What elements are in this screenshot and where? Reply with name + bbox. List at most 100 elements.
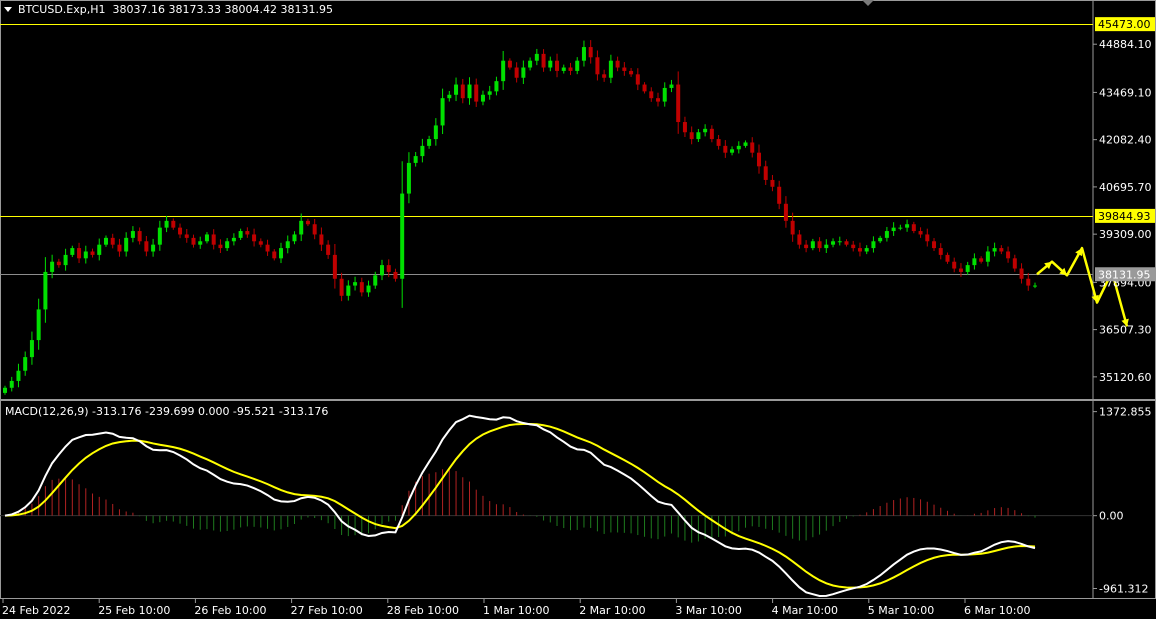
candle-body — [460, 84, 465, 99]
candle-body — [225, 241, 230, 249]
candlesticks — [3, 40, 1037, 395]
candle-body — [3, 387, 7, 393]
candle-body — [359, 282, 364, 293]
time-tick-label: 6 Mar 10:00 — [964, 604, 1030, 617]
candle-body — [299, 220, 304, 235]
candle-body — [999, 248, 1004, 252]
candle-body — [568, 67, 573, 71]
candle-body — [669, 84, 674, 88]
candle-body — [750, 142, 755, 153]
candle-body — [783, 203, 788, 221]
candle-body — [292, 234, 297, 242]
candle-body — [992, 248, 997, 252]
candle-body — [454, 84, 459, 95]
candle-body — [871, 241, 876, 249]
candle-body — [656, 98, 661, 102]
candle-body — [467, 84, 472, 99]
candle-body — [440, 98, 445, 126]
price-tick-label: 35120.60 — [1099, 371, 1152, 384]
candle-body — [245, 231, 250, 235]
candle-body — [958, 268, 963, 272]
candle-body — [770, 179, 775, 187]
candle-body — [406, 162, 411, 194]
macd-panel — [0, 414, 1093, 597]
candle-body — [615, 60, 620, 68]
time-tick-label: 1 Mar 10:00 — [483, 604, 549, 617]
candle-body — [521, 67, 526, 78]
time-tick-label: 26 Feb 10:00 — [194, 604, 266, 617]
candle-body — [541, 53, 546, 68]
candle-body — [130, 231, 135, 238]
macd-info: MACD(12,26,9) -313.176 -239.699 0.000 -9… — [5, 405, 329, 418]
candle-body — [918, 231, 923, 235]
candle-body — [1012, 258, 1017, 269]
candle-body — [682, 122, 687, 133]
time-tick-label: 3 Mar 10:00 — [675, 604, 741, 617]
outer-border — [0, 0, 1156, 599]
candle-body — [689, 132, 694, 140]
time-tick-label: 5 Mar 10:00 — [868, 604, 934, 617]
time-tick-label: 25 Feb 10:00 — [98, 604, 170, 617]
price-tick-label: 39309.00 — [1099, 228, 1152, 241]
candle-body — [534, 53, 539, 61]
candle-body — [16, 370, 21, 381]
candle-body — [878, 237, 883, 242]
candle-body — [319, 234, 324, 245]
candle-body — [326, 244, 331, 255]
candle-body — [9, 380, 14, 388]
candle-body — [581, 47, 586, 61]
candle-body — [110, 237, 115, 245]
time-tick-label: 4 Mar 10:00 — [772, 604, 838, 617]
candle-body — [211, 234, 216, 245]
candle-body — [1006, 251, 1011, 259]
candle-body — [507, 60, 512, 68]
candle-body — [339, 278, 344, 296]
candle-body — [218, 244, 223, 249]
candle-body — [864, 248, 869, 252]
candle-body — [716, 139, 721, 146]
time-tick-label: 28 Feb 10:00 — [387, 604, 459, 617]
time-tick-label: 2 Mar 10:00 — [579, 604, 645, 617]
macd-tick-label: -961.312 — [1099, 582, 1148, 595]
candle-body — [777, 186, 782, 204]
candle-body — [97, 244, 102, 255]
candle-body — [837, 241, 842, 243]
candle-body — [501, 60, 506, 82]
candle-body — [151, 244, 156, 252]
candle-body — [70, 248, 75, 255]
time-tick-label: 27 Feb 10:00 — [291, 604, 363, 617]
candle-body — [447, 94, 452, 99]
candle-body — [932, 241, 937, 249]
candle-body — [474, 84, 479, 102]
chart-frame — [0, 0, 1156, 599]
candle-body — [427, 139, 432, 146]
candle-body — [555, 60, 560, 71]
candle-body — [29, 340, 34, 358]
candle-body — [756, 152, 761, 167]
candle-body — [985, 251, 990, 262]
macd-tick-label: 1372.855 — [1099, 406, 1152, 419]
macd-signal-line — [4, 422, 1036, 589]
candle-body — [979, 258, 984, 262]
candle-body — [413, 156, 418, 163]
candle-body — [137, 231, 142, 242]
shift-marker-icon — [862, 0, 874, 6]
candle-body — [157, 227, 162, 245]
candle-body — [43, 271, 48, 310]
macd-main-line — [4, 414, 1036, 597]
candle-body — [379, 265, 384, 276]
collapse-triangle-icon[interactable] — [4, 7, 12, 12]
candle-body — [346, 285, 351, 296]
candle-body — [332, 254, 337, 279]
candle-body — [279, 248, 284, 259]
candle-body — [103, 237, 108, 245]
candle-body — [608, 60, 613, 78]
candle-body — [312, 224, 317, 235]
candle-body — [588, 47, 593, 58]
candle-body — [696, 132, 701, 140]
candle-body — [911, 224, 916, 232]
candle-body — [433, 125, 438, 140]
candle-body — [602, 74, 607, 78]
candle-body — [198, 241, 203, 245]
chart-canvas: 44884.10 43469.10 42082.40 40695.70 39309.00… — [0, 0, 1156, 617]
